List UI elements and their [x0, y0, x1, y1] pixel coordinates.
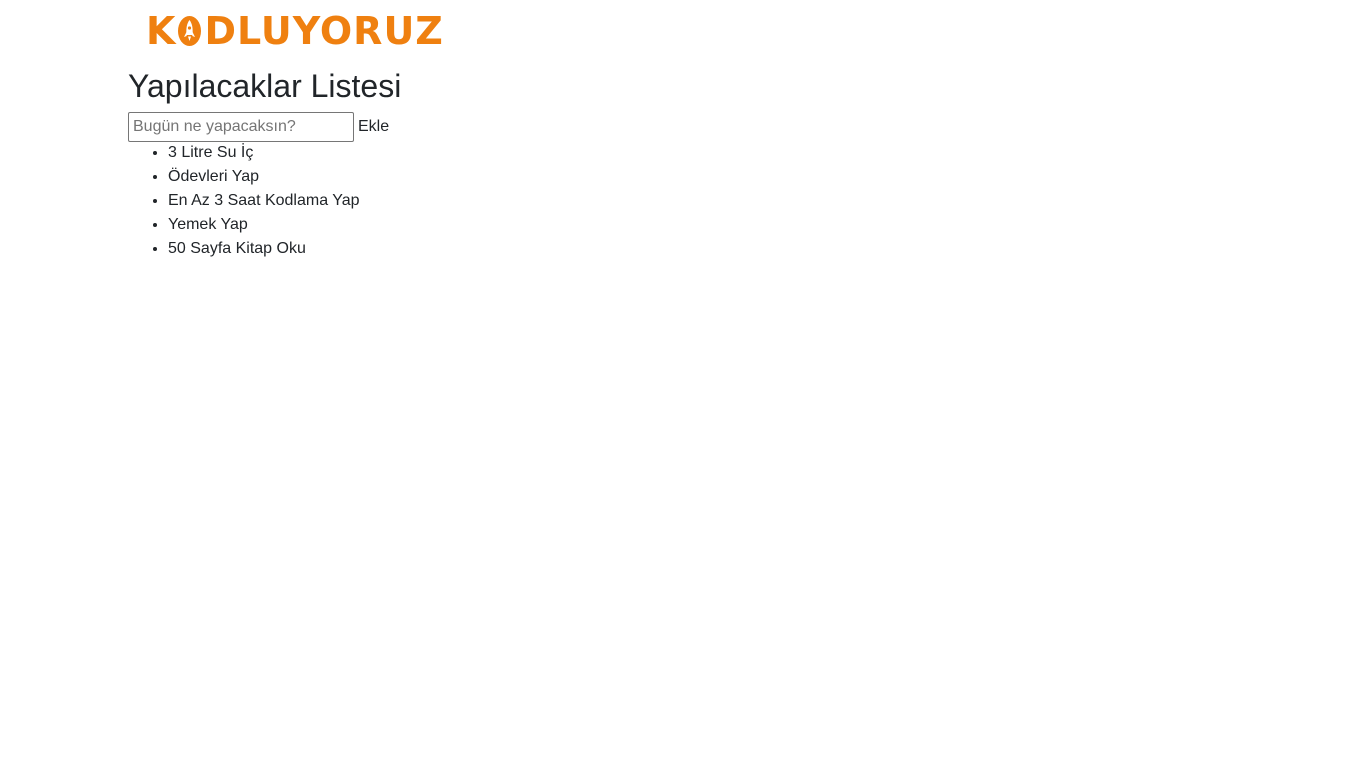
add-button[interactable]: Ekle	[358, 118, 389, 136]
kodluyoruz-logo: K DLUYORUZ	[146, 10, 444, 52]
page-title: Yapılacaklar Listesi	[128, 68, 402, 104]
add-task-form: Ekle	[128, 112, 389, 142]
logo-wordmark: K DLUYORUZ	[146, 10, 444, 52]
todo-item[interactable]: En Az 3 Saat Kodlama Yap	[168, 189, 360, 213]
todo-item[interactable]: Yemek Yap	[168, 213, 360, 237]
todo-list: 3 Litre Su İç Ödevleri Yap En Az 3 Saat …	[128, 141, 360, 261]
task-input[interactable]	[128, 112, 354, 142]
todo-item[interactable]: Ödevleri Yap	[168, 165, 360, 189]
rocket-o-icon	[178, 16, 202, 46]
todo-item[interactable]: 50 Sayfa Kitap Oku	[168, 237, 360, 261]
todo-item[interactable]: 3 Litre Su İç	[168, 141, 360, 165]
logo-letter-k: K	[146, 9, 177, 53]
logo-letters-rest: DLUYORUZ	[204, 9, 444, 53]
